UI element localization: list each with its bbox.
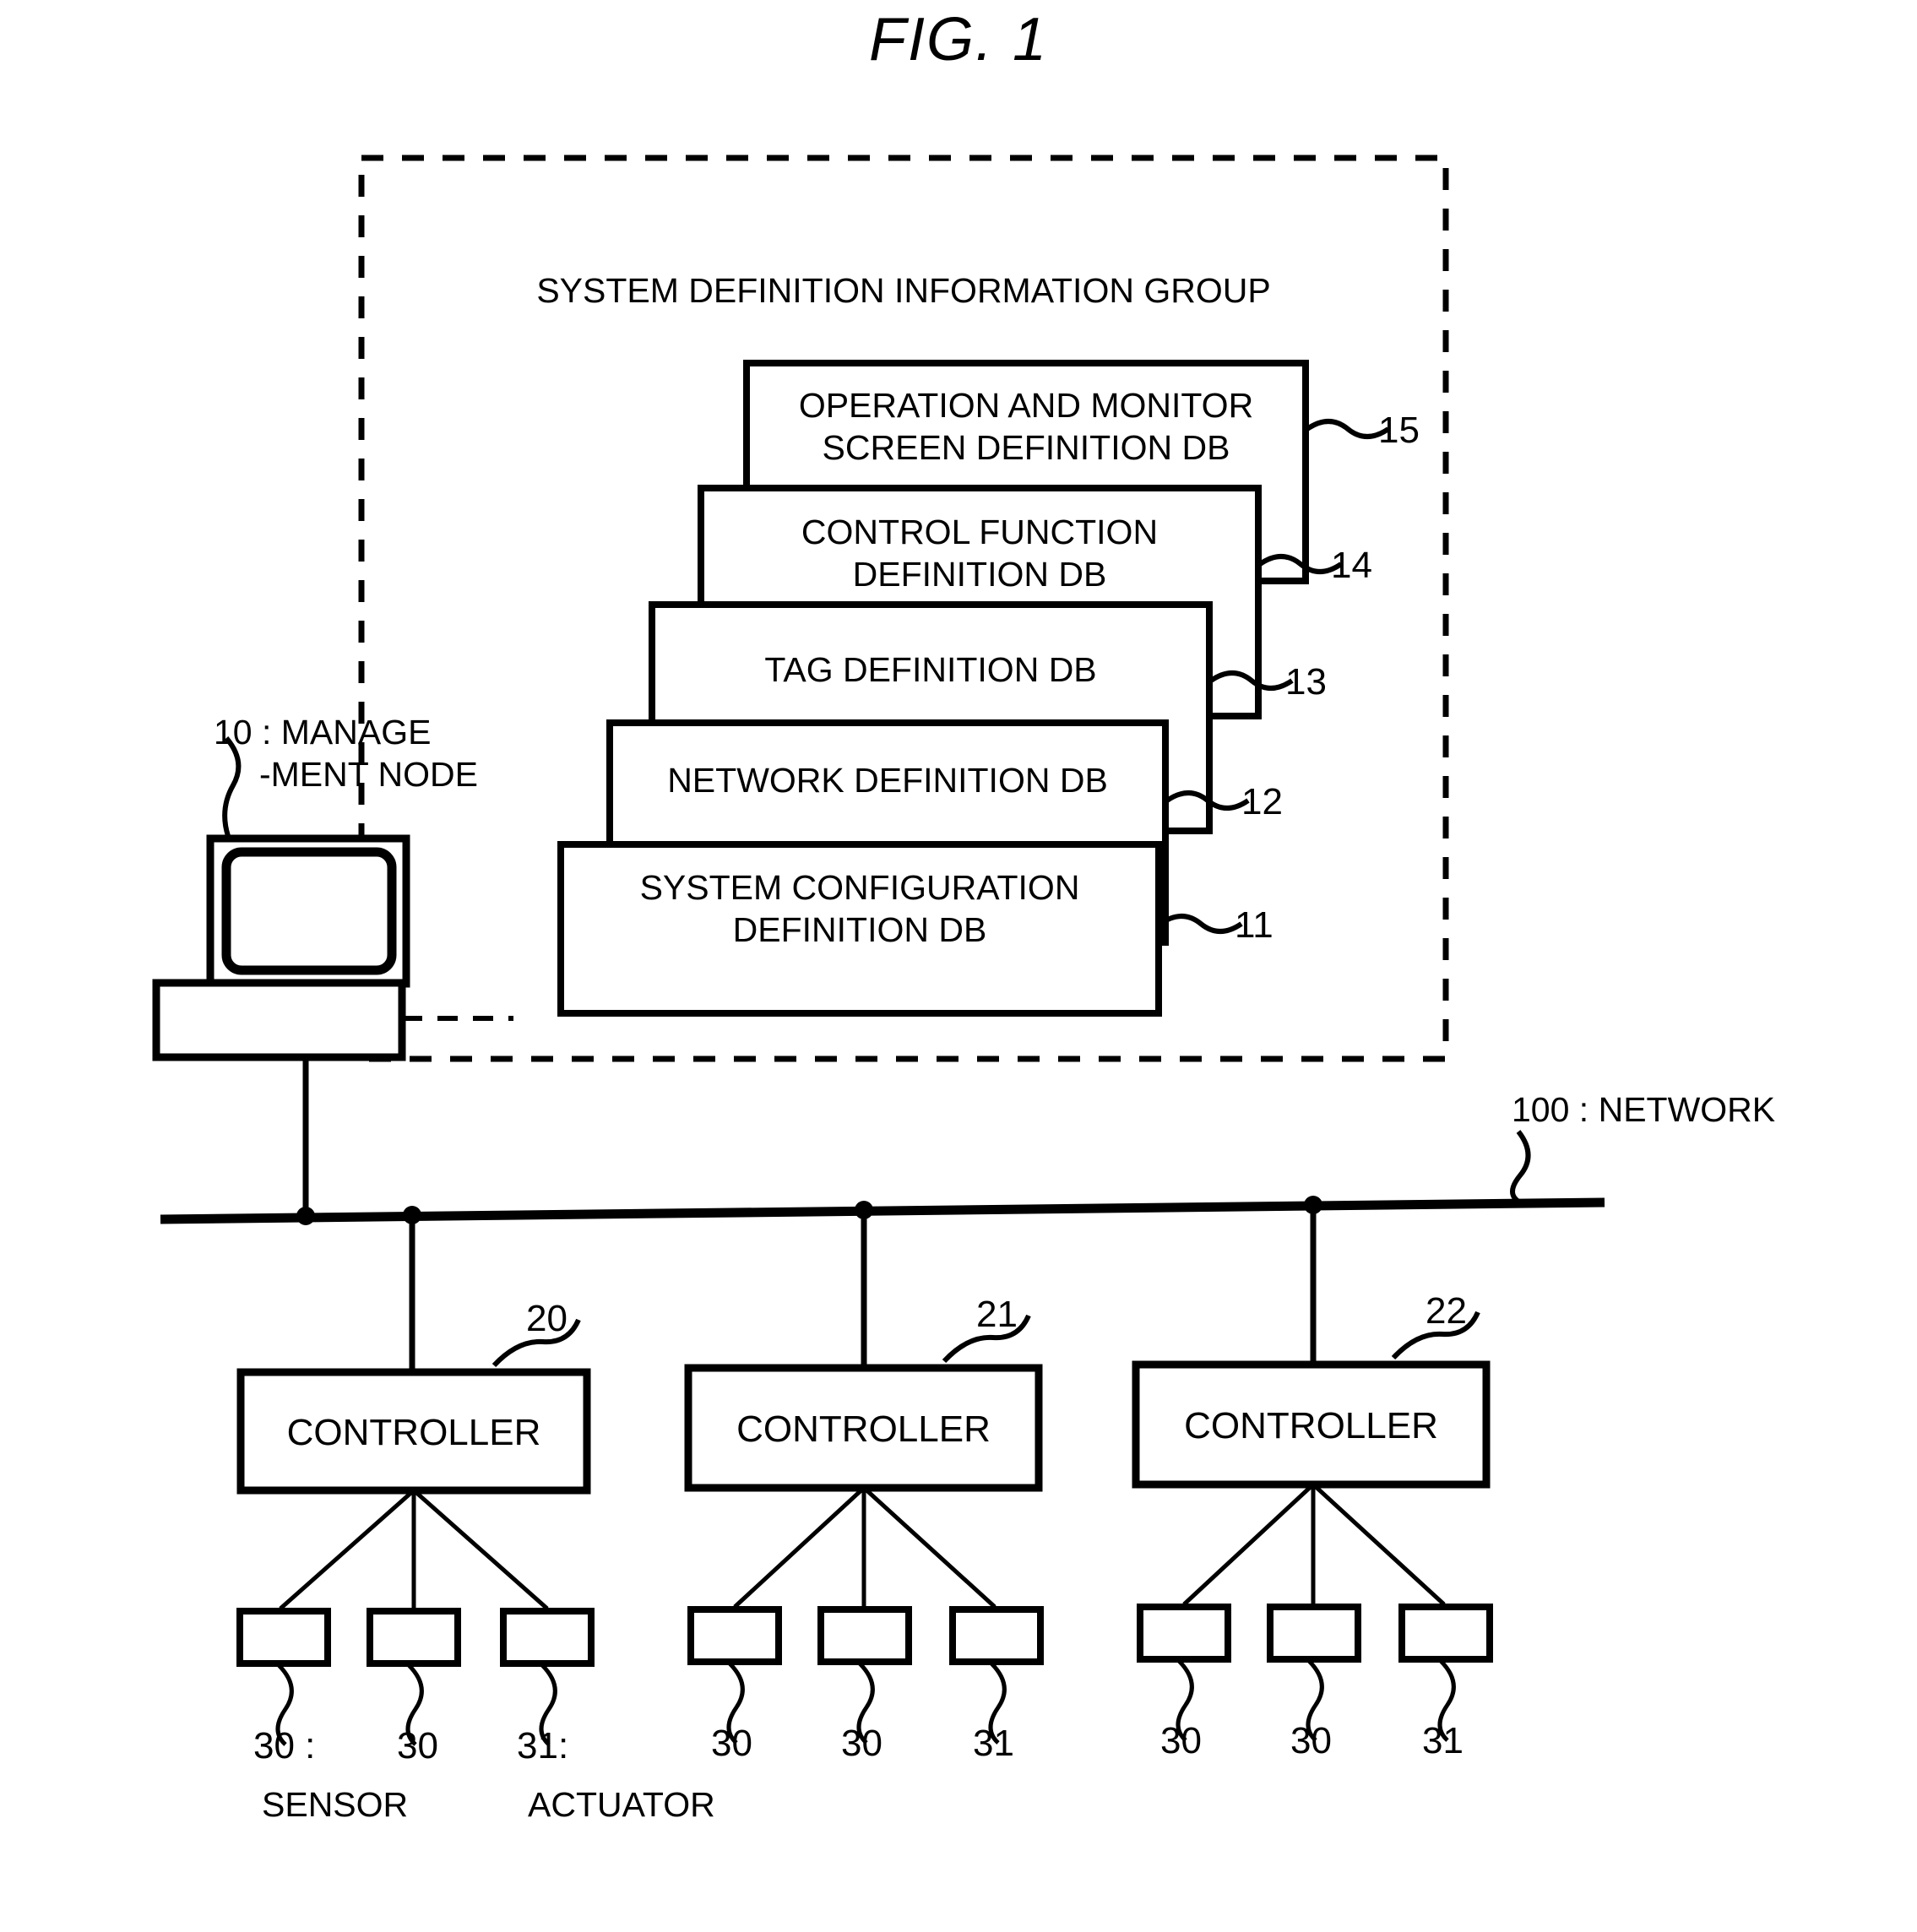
device-link xyxy=(862,1486,997,1609)
device-box-actuator xyxy=(500,1608,595,1667)
db-label-14-line2: DEFINITION DB xyxy=(852,555,1107,594)
device-box-sensor xyxy=(236,1608,331,1667)
network-bus xyxy=(160,1197,1605,1224)
device-box-sensor xyxy=(817,1606,912,1665)
db-label-11-line1: SYSTEM CONFIGURATION xyxy=(639,868,1080,907)
device-ref-g1-1: 30 : xyxy=(253,1725,316,1766)
device-ref-g3-2: 30 xyxy=(1290,1720,1332,1761)
device-ref-g3-1: 30 xyxy=(1160,1720,1202,1761)
device-ref-g2-1: 30 xyxy=(711,1723,752,1764)
device-link xyxy=(1311,1483,1446,1606)
db-label-14-line1: CONTROL FUNCTION xyxy=(801,513,1159,551)
device-link xyxy=(279,1489,415,1610)
leader-line-11 xyxy=(1159,914,1243,934)
leader-line-10 xyxy=(222,736,242,837)
leader-line-100 xyxy=(1510,1130,1531,1205)
system-definition-group-title: SYSTEM DEFINITION INFORMATION GROUP xyxy=(536,271,1271,310)
device-box-actuator xyxy=(1398,1604,1493,1663)
device-box-sensor xyxy=(367,1608,461,1667)
device-name-sensor: SENSOR xyxy=(262,1785,409,1824)
controller-label-20: CONTROLLER xyxy=(286,1412,541,1453)
db-label-15-line1: OPERATION AND MONITOR xyxy=(798,386,1254,425)
reference-numeral-21: 21 xyxy=(976,1294,1018,1335)
network-label: 100 : NETWORK xyxy=(1512,1090,1776,1129)
reference-numeral-12: 12 xyxy=(1241,781,1283,822)
db-label-15-line2: SCREEN DEFINITION DB xyxy=(822,428,1230,467)
db-label-11-line2: DEFINITION DB xyxy=(732,910,987,949)
reference-numeral-11: 11 xyxy=(1235,904,1273,946)
controller-label-21: CONTROLLER xyxy=(736,1408,991,1450)
device-ref-g1-3: 31: xyxy=(517,1725,569,1766)
device-link xyxy=(733,1486,866,1609)
bus-junction-dot xyxy=(296,1207,315,1225)
device-box-actuator xyxy=(949,1606,1044,1665)
reference-numeral-22: 22 xyxy=(1426,1290,1467,1332)
management-node-label-line2: -MENT NODE xyxy=(259,755,478,794)
management-node-label-line1: 10 : MANAGE xyxy=(214,713,432,752)
reference-numeral-15: 15 xyxy=(1378,410,1420,451)
db-label-12-line1: NETWORK DEFINITION DB xyxy=(667,761,1108,800)
management-node-screen xyxy=(221,847,397,975)
leader-line-15 xyxy=(1306,419,1390,439)
reference-numeral-13: 13 xyxy=(1285,661,1327,703)
reference-numeral-14: 14 xyxy=(1331,545,1372,586)
controller-label-22: CONTROLLER xyxy=(1184,1405,1438,1446)
device-box-sensor xyxy=(687,1606,782,1665)
device-box-sensor xyxy=(1267,1604,1361,1663)
device-link xyxy=(1182,1483,1315,1606)
device-ref-g1-2: 30 xyxy=(397,1725,438,1766)
device-name-actuator: ACTUATOR xyxy=(528,1785,715,1824)
reference-numeral-20: 20 xyxy=(526,1298,567,1339)
device-box-sensor xyxy=(1137,1604,1231,1663)
device-ref-g2-3: 31 xyxy=(973,1723,1014,1764)
management-node-base xyxy=(152,979,406,1061)
db-label-13-line1: TAG DEFINITION DB xyxy=(764,650,1097,689)
device-ref-g3-3: 31 xyxy=(1422,1720,1464,1761)
device-ref-g2-2: 30 xyxy=(841,1723,882,1764)
device-link xyxy=(412,1489,549,1610)
